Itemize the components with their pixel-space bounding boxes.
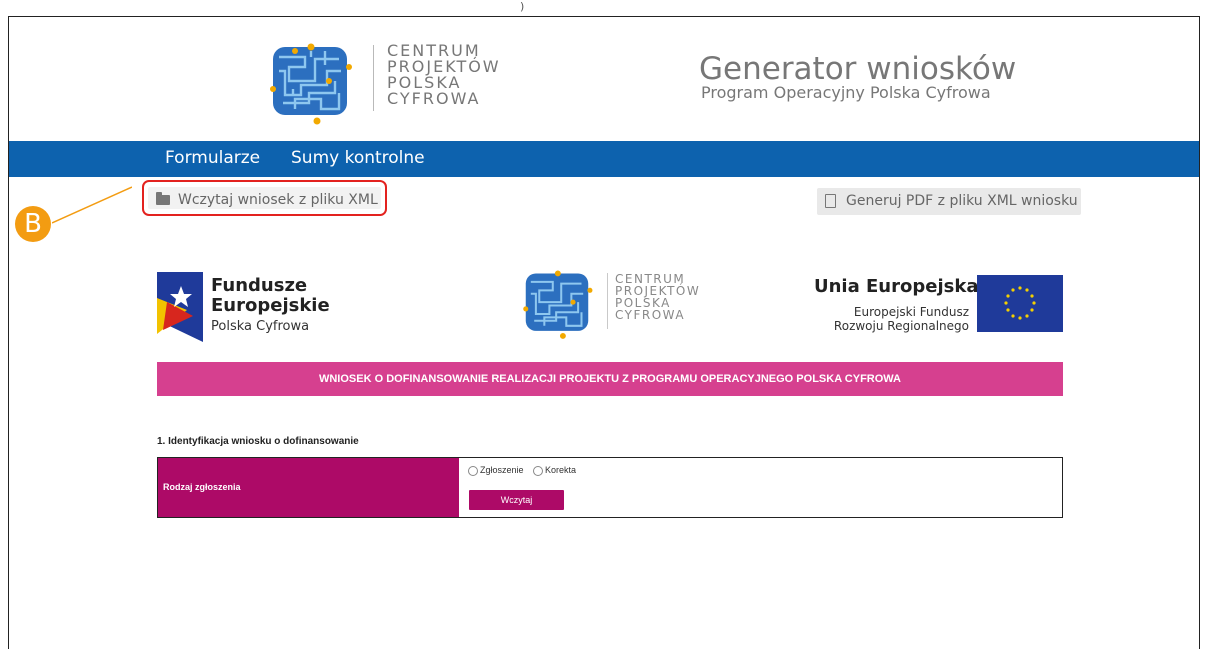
radio-korekta[interactable] <box>533 466 543 476</box>
form-banner: WNIOSEK O DOFINANSOWANIE REALIZACJI PROJ… <box>157 362 1063 396</box>
radio-label-korekta: Korekta <box>545 465 577 475</box>
section-title: 1. Identyfikacja wniosku o dofinansowani… <box>157 436 359 447</box>
fe-title-line2: Europejskie <box>211 295 330 316</box>
logo-line: CYFROWA <box>615 308 686 322</box>
load-xml-label: Wczytaj wniosek z pliku XML <box>178 192 378 208</box>
generate-pdf-button[interactable]: Generuj PDF z pliku XML wniosku <box>817 188 1081 215</box>
cppc-logo-text-small: CENTRUM PROJEKTÓW POLSKA CYFROWA <box>615 273 700 321</box>
fundusze-europejskie-flag-icon <box>157 272 203 342</box>
ue-title: Unia Europejska <box>814 276 979 297</box>
pdf-file-icon <box>825 194 836 208</box>
app-title: Generator wniosków <box>699 51 1017 87</box>
load-xml-button-face: Wczytaj wniosek z pliku XML <box>148 187 381 209</box>
wczytaj-button[interactable]: Wczytaj <box>469 490 564 510</box>
logo-line: CYFROWA <box>387 89 481 108</box>
generate-pdf-label: Generuj PDF z pliku XML wniosku <box>846 193 1078 209</box>
cppc-maze-logo <box>270 43 352 125</box>
fe-subtitle: Polska Cyfrowa <box>211 319 310 334</box>
app-frame: CENTRUM PROJEKTÓW POLSKA CYFROWA Generat… <box>8 16 1200 649</box>
ue-subtitle-line2: Rozwoju Regionalnego <box>833 319 969 333</box>
nav-item-formularze[interactable]: Formularze <box>165 148 260 168</box>
cppc-maze-logo-small <box>523 270 593 339</box>
eu-flag-icon <box>977 275 1063 332</box>
radio-zgloszenie[interactable] <box>468 466 478 476</box>
load-xml-button[interactable]: Wczytaj wniosek z pliku XML <box>142 180 387 216</box>
cppc-logo-text: CENTRUM PROJEKTÓW POLSKA CYFROWA <box>387 43 501 107</box>
caption-text: ) <box>520 0 525 13</box>
logo-divider <box>607 273 608 329</box>
logo-divider <box>373 45 374 111</box>
fe-title-line1: Fundusze <box>211 275 308 296</box>
folder-open-icon <box>156 192 170 205</box>
radio-label-zgloszenie: Zgłoszenie <box>480 465 524 475</box>
main-navbar: Formularze Sumy kontrolne <box>9 141 1199 177</box>
callout-connector-line <box>52 186 132 224</box>
ue-subtitle: Europejski Fundusz Rozwoju Regionalnego <box>824 305 969 333</box>
callout-badge: B <box>15 206 51 242</box>
ue-subtitle-line1: Europejski Fundusz <box>853 305 969 319</box>
nav-item-sumy-kontrolne[interactable]: Sumy kontrolne <box>291 148 425 168</box>
app-subtitle: Program Operacyjny Polska Cyfrowa <box>701 83 991 102</box>
header: CENTRUM PROJEKTÓW POLSKA CYFROWA Generat… <box>9 17 1199 141</box>
form-row-rodzaj: Rodzaj zgłoszenia Zgłoszenie Korekta Wcz… <box>157 457 1063 518</box>
field-label: Rodzaj zgłoszenia <box>158 458 459 517</box>
